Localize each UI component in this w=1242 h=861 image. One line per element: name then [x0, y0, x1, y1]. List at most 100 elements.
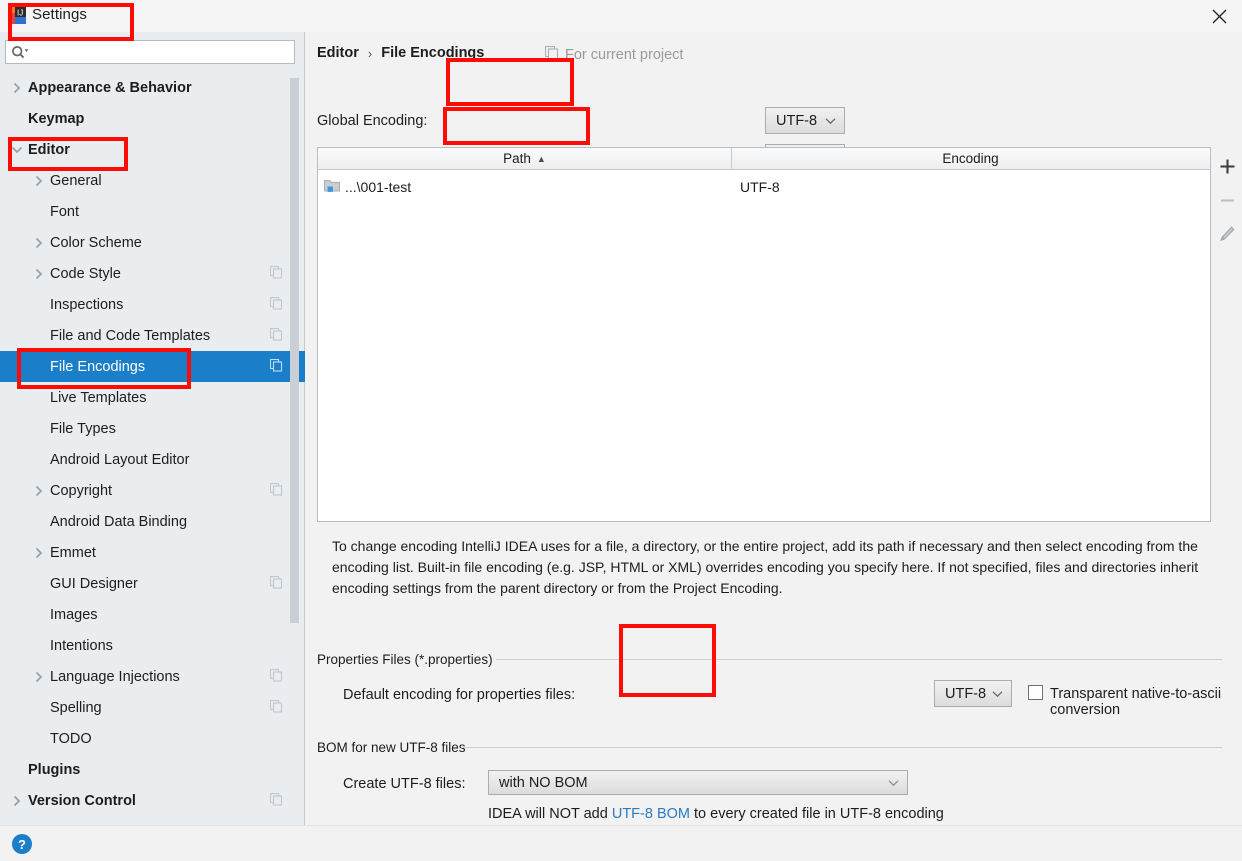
default-properties-encoding-value: UTF-8	[945, 685, 987, 702]
table-cell-encoding[interactable]: UTF-8	[732, 179, 1209, 195]
bom-group-rule	[461, 747, 1222, 748]
sidebar-item-intentions[interactable]: Intentions	[0, 630, 305, 661]
sidebar-item-version-control[interactable]: Version Control	[0, 785, 305, 816]
chevron-down-icon	[992, 686, 1003, 702]
create-utf8-files-combo[interactable]: with NO BOM	[488, 770, 908, 795]
table-cell-path-text: ...\001-test	[345, 179, 412, 195]
close-icon[interactable]	[1196, 0, 1242, 32]
encodings-description: To change encoding IntelliJ IDEA uses fo…	[332, 538, 1199, 596]
sidebar-item-label: Android Layout Editor	[50, 451, 190, 468]
sidebar-scrollbar-thumb[interactable]	[290, 78, 299, 623]
chevron-down-icon	[888, 775, 899, 791]
sidebar-item-android-data-binding[interactable]: Android Data Binding	[0, 506, 305, 537]
column-header-path[interactable]: Path ▲	[318, 148, 732, 169]
chevron-right-icon[interactable]	[32, 484, 46, 498]
sidebar-item-file-and-code-templates[interactable]: File and Code Templates	[0, 320, 305, 351]
chevron-right-icon[interactable]	[32, 670, 46, 684]
settings-tree[interactable]: Appearance & Behavior Keymap Editor General…	[0, 72, 305, 825]
sidebar-item-label: Version Control	[28, 792, 136, 809]
settings-dialog: IJ Settings Appearance & Behavior Keymap E…	[0, 0, 1242, 861]
copy-badge-icon	[269, 668, 283, 682]
copy-badge-icon	[269, 327, 283, 341]
search-input[interactable]	[32, 41, 292, 63]
sidebar-item-label: File and Code Templates	[50, 327, 211, 344]
sidebar-item-label: Spelling	[50, 699, 102, 716]
sidebar-item-label: Emmet	[50, 544, 96, 561]
sidebar-item-emmet[interactable]: Emmet	[0, 537, 305, 568]
chevron-right-icon[interactable]	[10, 81, 24, 95]
copy-badge-icon	[269, 265, 283, 279]
breadcrumb-current: File Encodings	[381, 45, 485, 61]
sidebar-item-appearance-behavior[interactable]: Appearance & Behavior	[0, 72, 305, 103]
sidebar-item-general[interactable]: General	[0, 165, 305, 196]
sidebar-item-android-layout-editor[interactable]: Android Layout Editor	[0, 444, 305, 475]
global-encoding-value: UTF-8	[776, 112, 818, 129]
folder-icon	[324, 178, 341, 196]
column-header-encoding[interactable]: Encoding	[732, 148, 1209, 169]
copy-badge-icon	[269, 482, 283, 496]
add-button[interactable]	[1212, 149, 1242, 183]
window-title: Settings	[32, 6, 87, 23]
bom-note-link[interactable]: UTF-8 BOM	[612, 806, 690, 822]
sidebar-item-gui-designer[interactable]: GUI Designer	[0, 568, 305, 599]
global-encoding-combo[interactable]: UTF-8	[765, 107, 845, 134]
title-bar: IJ Settings	[0, 0, 1242, 32]
sidebar-item-inspections[interactable]: Inspections	[0, 289, 305, 320]
sidebar-item-label: File Types	[50, 420, 116, 437]
chevron-right-icon[interactable]	[32, 546, 46, 560]
sidebar-item-file-encodings[interactable]: File Encodings	[0, 351, 305, 382]
question-mark-icon[interactable]: ?	[12, 834, 32, 854]
sidebar-item-plugins[interactable]: Plugins	[0, 754, 305, 785]
table-header: Path ▲ Encoding	[318, 148, 1210, 170]
file-encodings-panel: Editor › File Encodings For current proj…	[306, 32, 1242, 825]
pencil-icon[interactable]	[1212, 217, 1242, 251]
sidebar-item-color-scheme[interactable]: Color Scheme	[0, 227, 305, 258]
copy-badge-icon	[269, 792, 283, 806]
transparent-native-to-ascii-checkbox[interactable]	[1028, 685, 1043, 700]
sidebar-item-editor[interactable]: Editor	[0, 134, 305, 165]
remove-button[interactable]	[1212, 183, 1242, 217]
table-row[interactable]: ...\001-test UTF-8	[318, 174, 1210, 200]
copy-badge-icon	[269, 699, 283, 713]
sidebar-item-label: Appearance & Behavior	[28, 79, 192, 96]
sidebar-item-language-injections[interactable]: Language Injections	[0, 661, 305, 692]
sidebar-item-images[interactable]: Images	[0, 599, 305, 630]
intellij-idea-icon: IJ	[8, 6, 26, 24]
chevron-right-icon[interactable]	[10, 794, 24, 808]
sidebar-item-label: Language Injections	[50, 668, 180, 685]
sidebar-item-live-templates[interactable]: Live Templates	[0, 382, 305, 413]
sidebar-item-spelling[interactable]: Spelling	[0, 692, 305, 723]
default-properties-encoding-combo[interactable]: UTF-8	[934, 680, 1012, 707]
sidebar-item-font[interactable]: Font	[0, 196, 305, 227]
sidebar-item-keymap[interactable]: Keymap	[0, 103, 305, 134]
sidebar-item-code-style[interactable]: Code Style	[0, 258, 305, 289]
chevron-right-icon[interactable]	[32, 174, 46, 188]
settings-sidebar: Appearance & Behavior Keymap Editor General…	[0, 32, 305, 825]
search-box[interactable]	[5, 40, 295, 64]
create-utf8-files-value: with NO BOM	[499, 774, 588, 791]
sidebar-item-label: Font	[50, 203, 80, 220]
sidebar-item-copyright[interactable]: Copyright	[0, 475, 305, 506]
search-icon	[11, 45, 29, 61]
chevron-right-icon[interactable]	[32, 267, 46, 281]
transparent-native-to-ascii-label[interactable]: Transparent native-to-ascii conversion	[1050, 686, 1242, 718]
encodings-table[interactable]: Path ▲ Encoding ...\001-test UTF-8	[317, 147, 1211, 522]
sidebar-item-label: Plugins	[28, 761, 81, 778]
sidebar-item-label: Copyright	[50, 482, 113, 499]
chevron-down-icon[interactable]	[10, 143, 24, 157]
sidebar-item-todo[interactable]: TODO	[0, 723, 305, 754]
sidebar-item-file-types[interactable]: File Types	[0, 413, 305, 444]
breadcrumb-parent[interactable]: Editor	[317, 45, 359, 61]
chevron-right-icon[interactable]	[32, 236, 46, 250]
bom-note: IDEA will NOT add UTF-8 BOM to every cre…	[488, 806, 944, 822]
chevron-down-icon	[825, 113, 836, 129]
